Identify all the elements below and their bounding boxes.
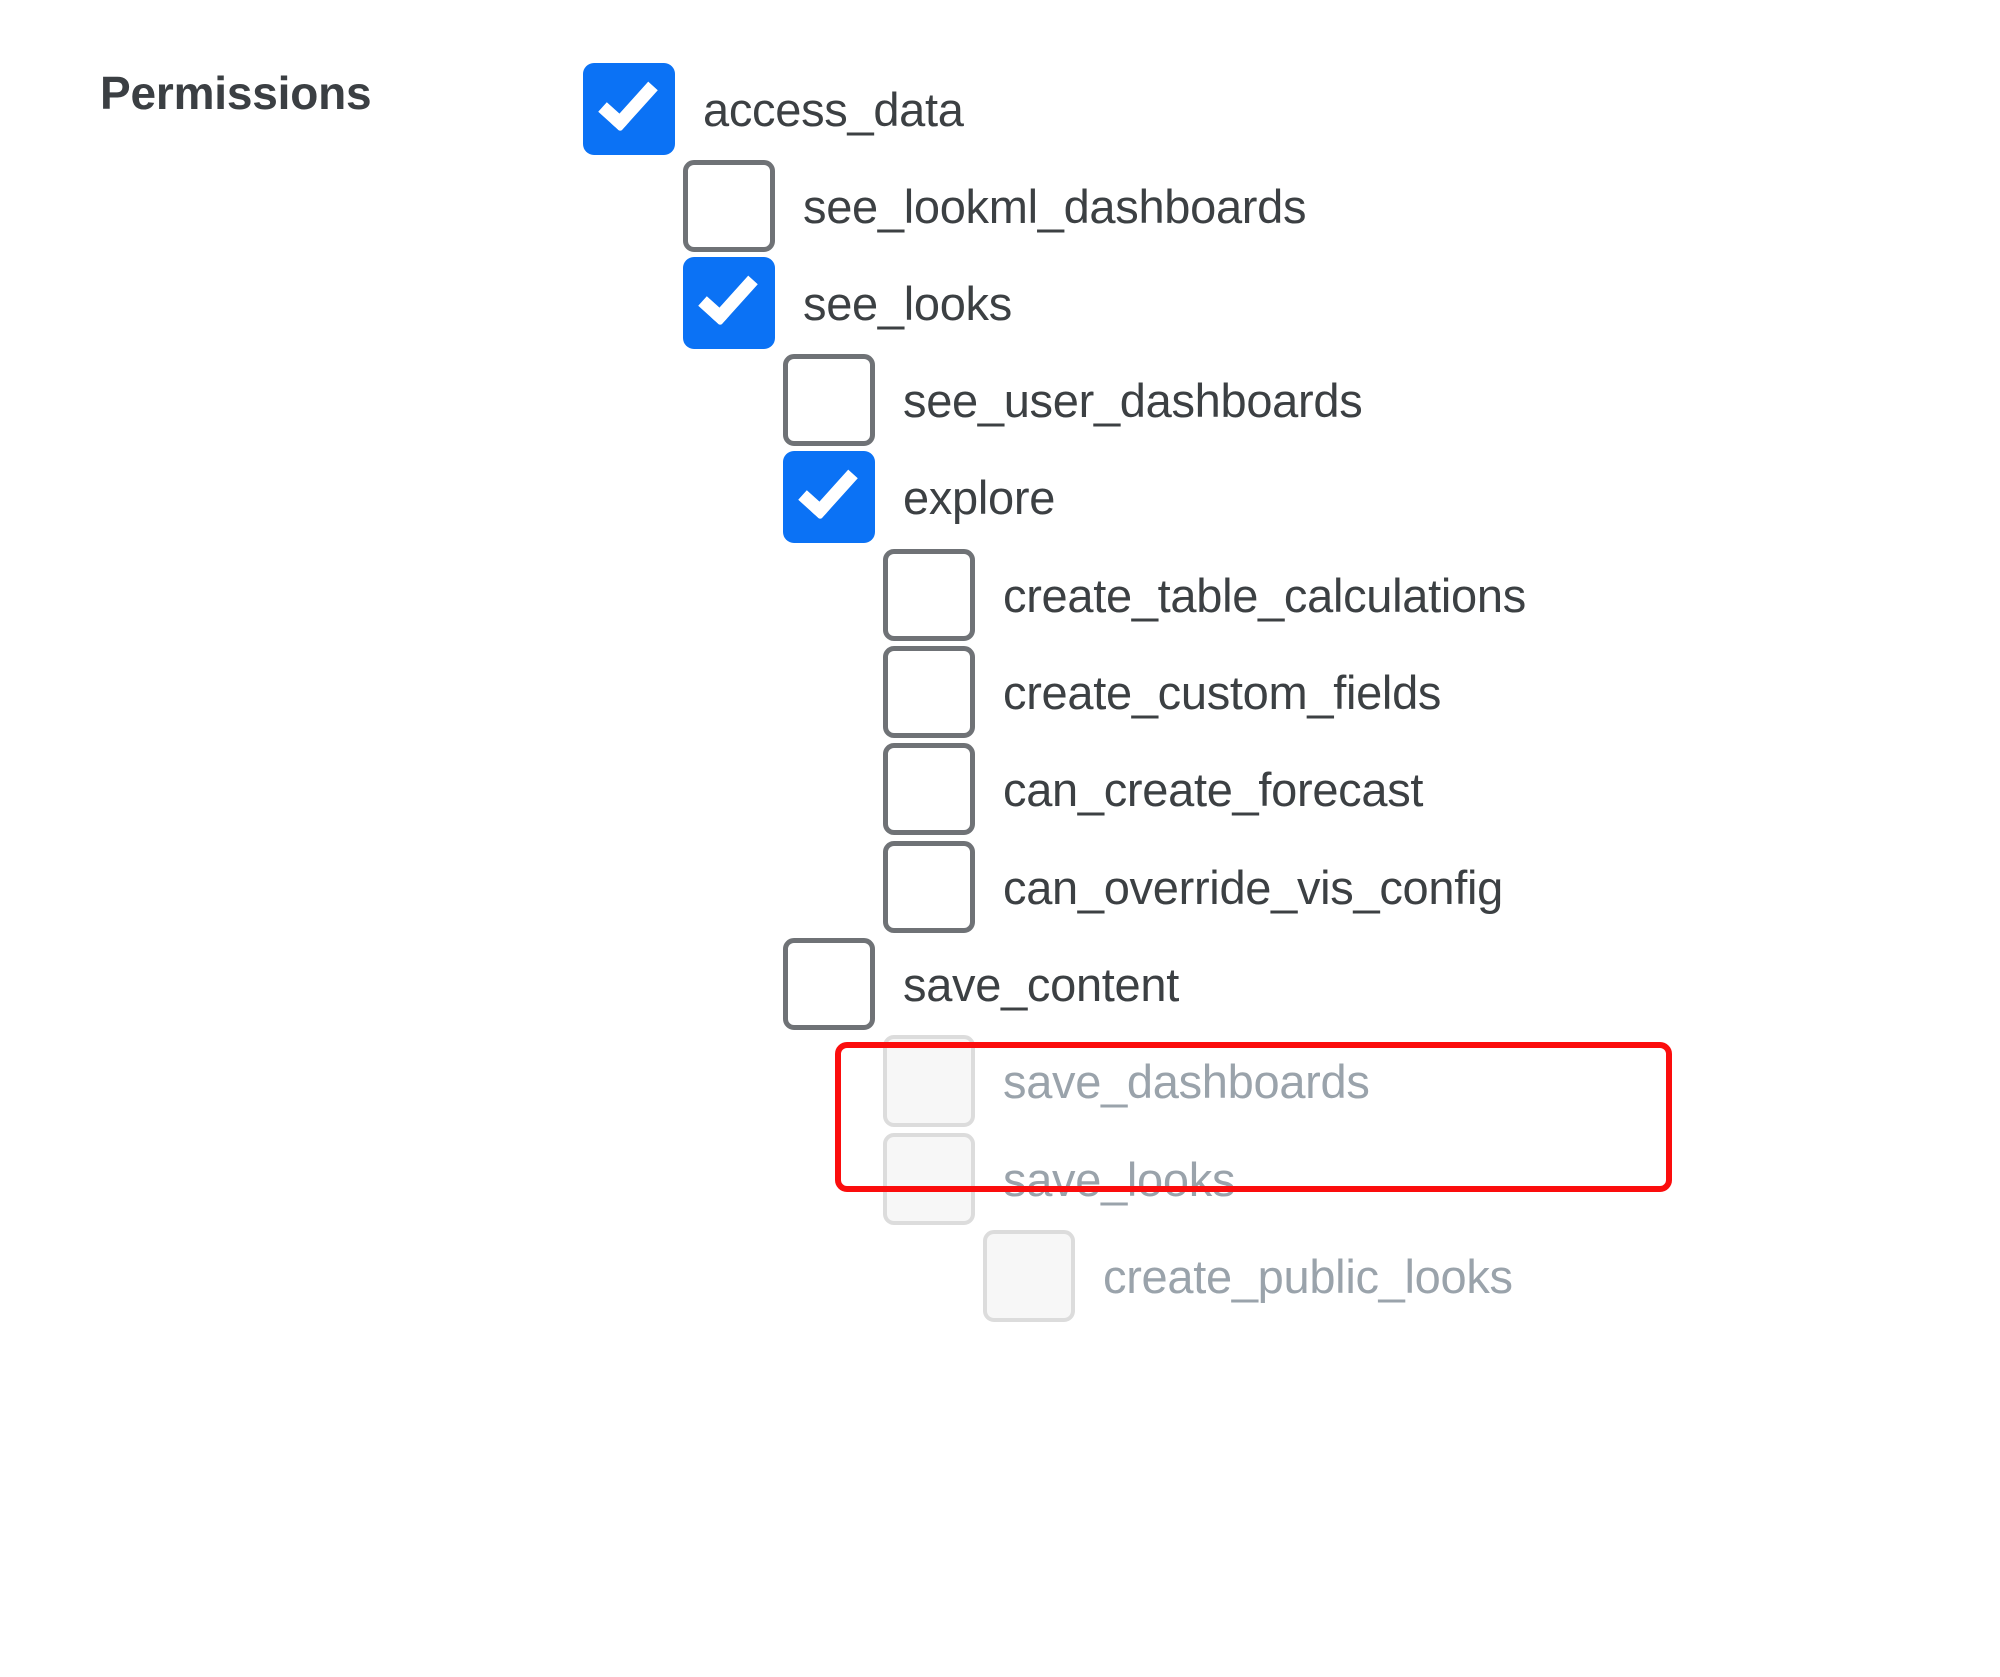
permission-row[interactable]: access_data: [583, 60, 964, 158]
permission-label: see_user_dashboards: [903, 373, 1363, 427]
checkbox-unchecked-icon[interactable]: [883, 841, 975, 933]
checkbox-unchecked-icon[interactable]: [883, 743, 975, 835]
checkbox-unchecked-icon[interactable]: [883, 646, 975, 738]
permission-row[interactable]: explore: [783, 448, 1055, 546]
permission-label: access_data: [703, 82, 964, 136]
permission-label: create_public_looks: [1103, 1249, 1513, 1303]
check-mark-icon: [798, 458, 858, 521]
permission-row[interactable]: create_custom_fields: [883, 643, 1441, 741]
checkbox-unchecked-icon[interactable]: [783, 354, 875, 446]
checkbox-unchecked-icon[interactable]: [783, 938, 875, 1030]
check-mark-icon: [598, 70, 658, 133]
permission-label: see_lookml_dashboards: [803, 179, 1307, 233]
page-title: Permissions: [100, 67, 372, 119]
checkbox-unchecked-icon[interactable]: [683, 160, 775, 252]
check-mark-icon: [698, 264, 758, 327]
permission-label: save_content: [903, 957, 1179, 1011]
permission-row[interactable]: see_lookml_dashboards: [683, 157, 1307, 255]
permission-label: explore: [903, 470, 1056, 524]
permission-row[interactable]: see_looks: [683, 254, 1012, 352]
permission-row[interactable]: see_user_dashboards: [783, 351, 1363, 449]
permission-label: see_looks: [803, 276, 1012, 330]
checkbox-unchecked-icon[interactable]: [883, 549, 975, 641]
permission-row[interactable]: save_content: [783, 935, 1179, 1033]
checkbox-checked-icon[interactable]: [583, 63, 675, 155]
permission-label: can_override_vis_config: [1003, 860, 1503, 914]
checkbox-checked-icon[interactable]: [783, 451, 875, 543]
permission-row: create_public_looks: [983, 1227, 1513, 1325]
permission-row[interactable]: can_create_forecast: [883, 740, 1423, 838]
permission-label: can_create_forecast: [1003, 762, 1424, 816]
permission-label: save_looks: [1003, 1152, 1236, 1206]
permission-label: save_dashboards: [1003, 1054, 1370, 1108]
checkbox-disabled-icon: [883, 1035, 975, 1127]
permission-row: save_dashboards: [883, 1032, 1370, 1130]
checkbox-disabled-icon: [883, 1133, 975, 1225]
permission-row[interactable]: can_override_vis_config: [883, 838, 1503, 936]
permission-label: create_custom_fields: [1003, 665, 1442, 719]
permissions-panel: Permissions access_data see_lookml_dashbo…: [0, 0, 2000, 1677]
permission-label: create_table_calculations: [1003, 568, 1526, 622]
permission-row: save_looks: [883, 1130, 1235, 1228]
checkbox-disabled-icon: [983, 1230, 1075, 1322]
checkbox-checked-icon[interactable]: [683, 257, 775, 349]
permission-row[interactable]: create_table_calculations: [883, 546, 1526, 644]
